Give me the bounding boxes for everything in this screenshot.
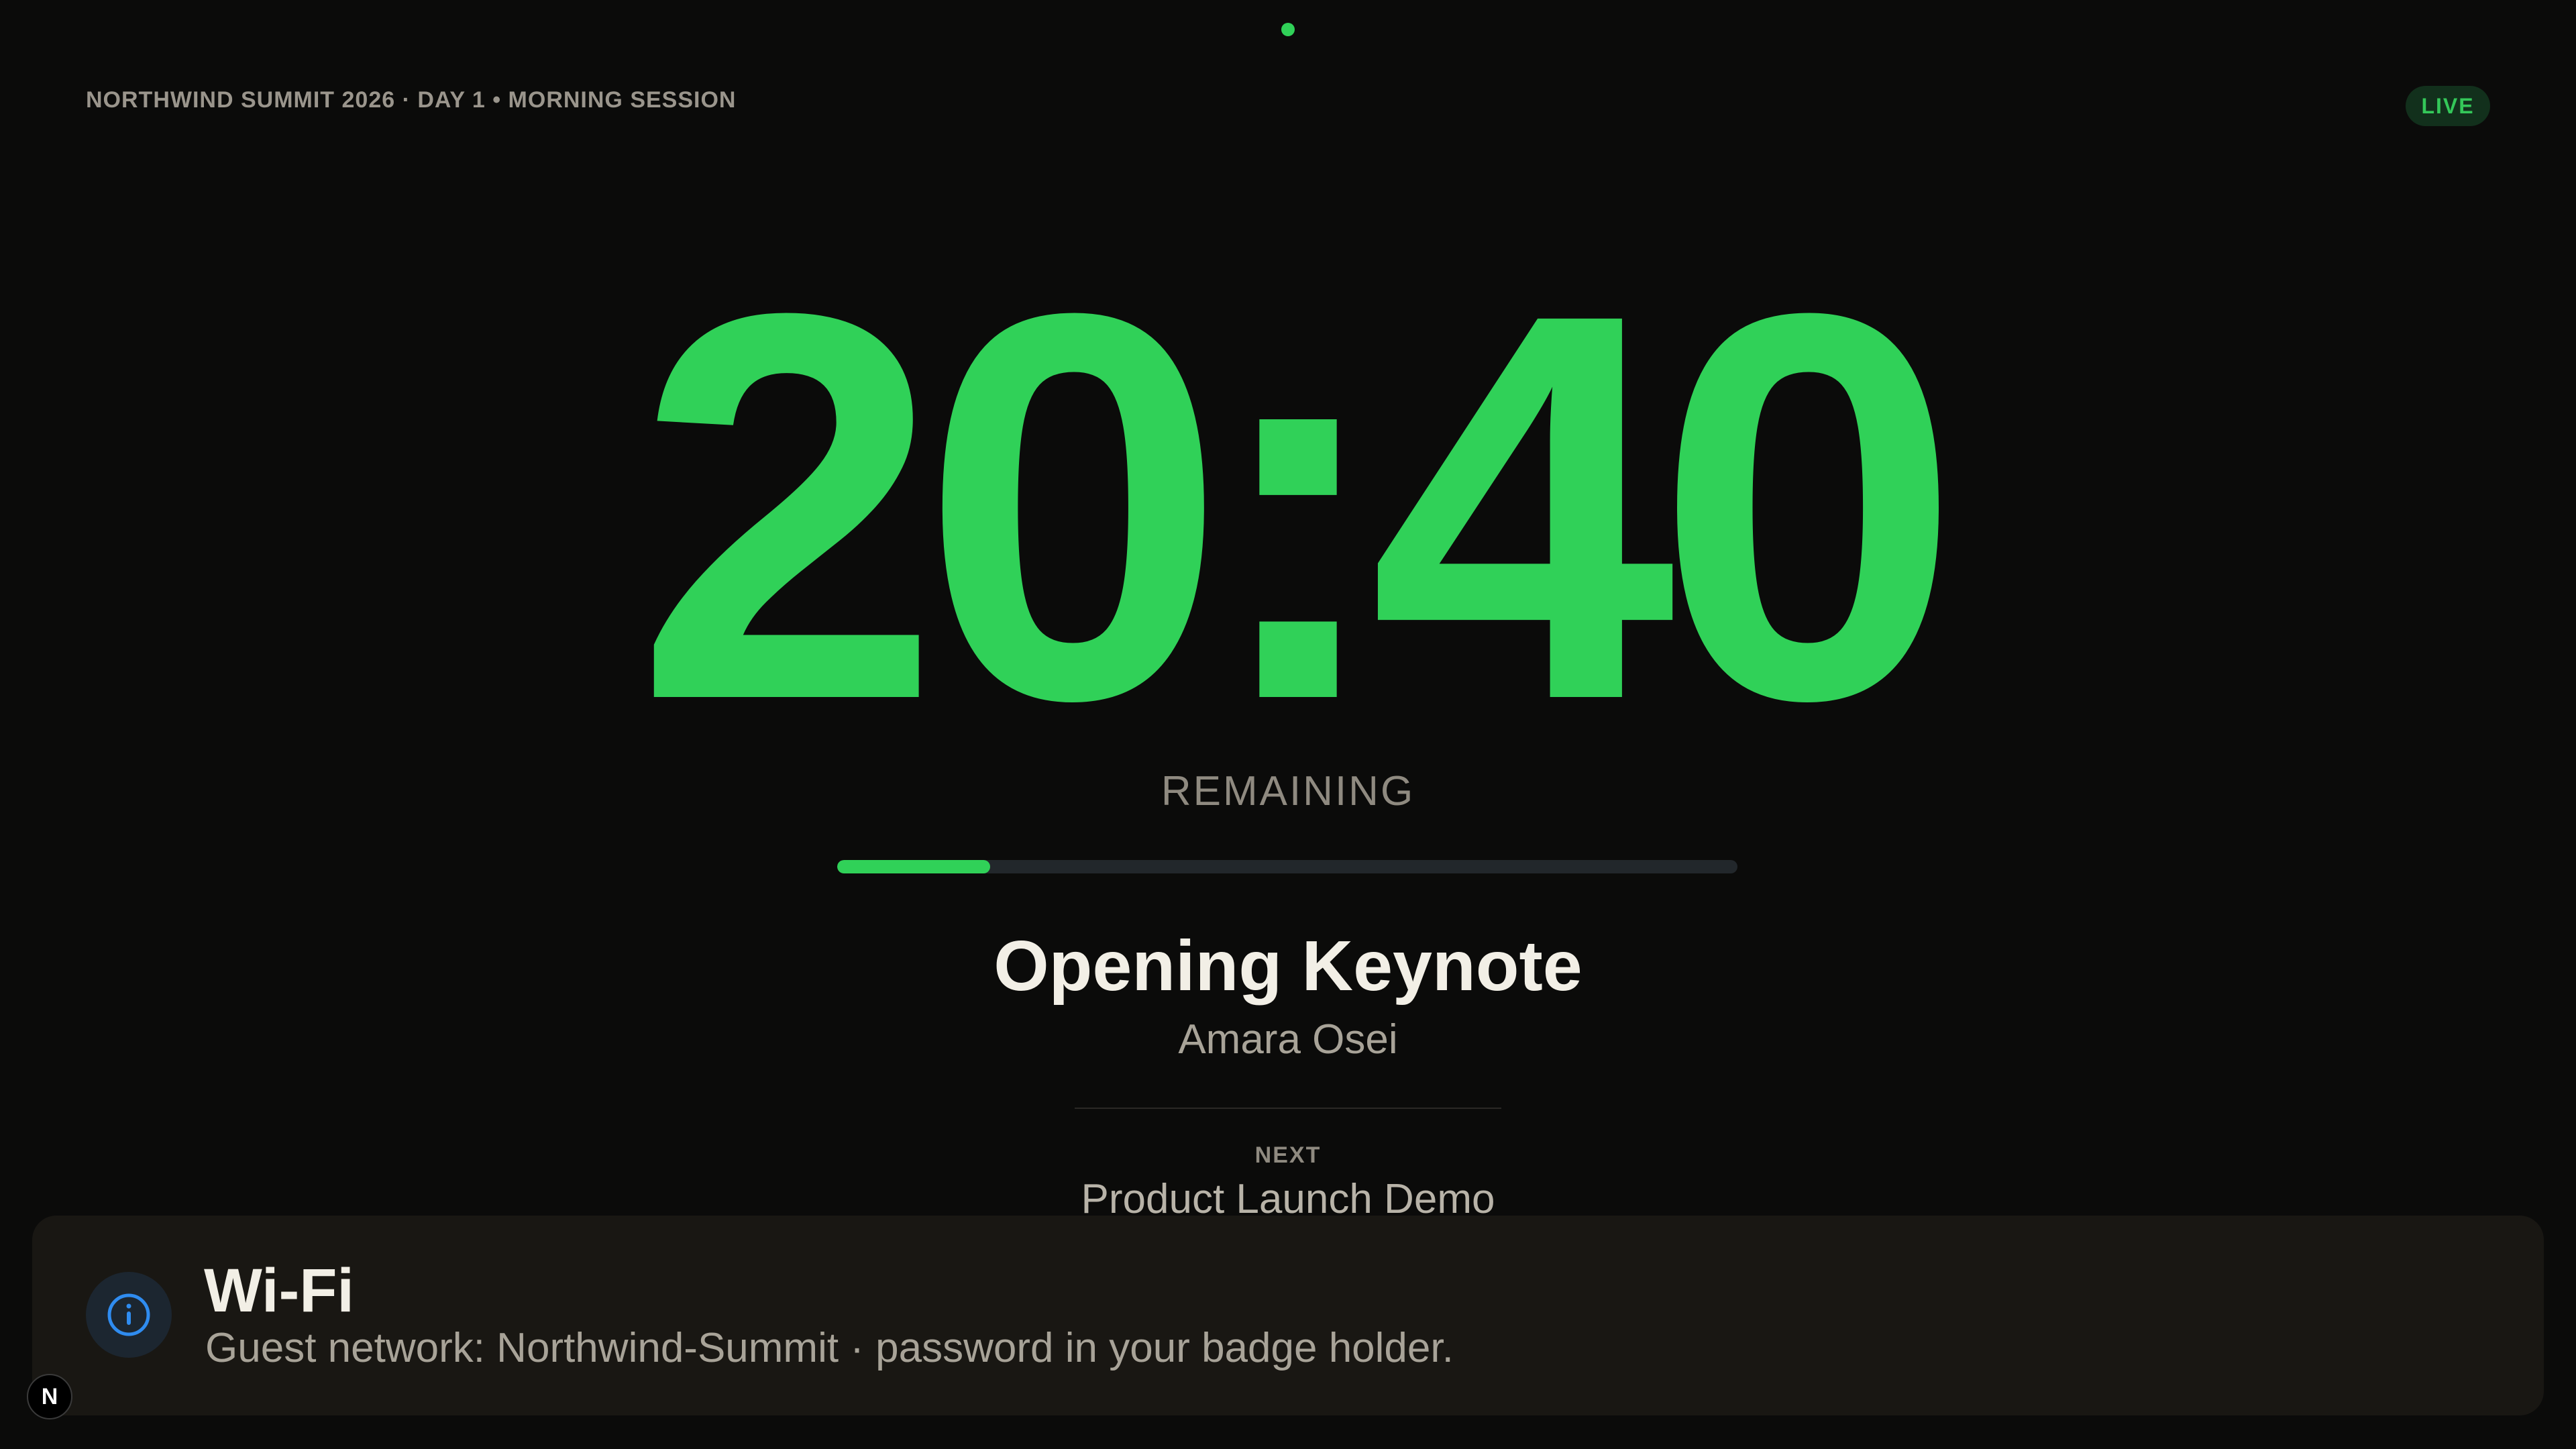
countdown-screen: NORTHWIND SUMMIT 2026 · DAY 1 • MORNING … [0,0,2576,1449]
remaining-label: REMAINING [1161,768,1415,814]
notification-title: Wi-Fi [204,1256,354,1325]
info-icon [86,1272,172,1358]
status-dot [1281,23,1295,36]
notification-message: Guest network: Northwind-Summit · passwo… [205,1325,1454,1371]
event-label: NORTHWIND SUMMIT 2026 · DAY 1 • MORNING … [86,87,737,113]
speaker-name: Amara Osei [1178,1016,1398,1063]
notification-toast[interactable]: Wi-Fi Guest network: Northwind-Summit · … [32,1216,2544,1415]
info-icon-glyph [107,1293,150,1336]
n-logo-icon[interactable]: N [27,1374,72,1419]
live-badge: LIVE [2406,86,2490,126]
n-logo-glyph: N [41,1384,58,1409]
next-label: NEXT [1254,1142,1322,1168]
progress-fill [837,860,991,873]
progress-bar [837,860,1737,873]
divider [1075,1108,1501,1109]
countdown-timer: 20:40 [635,199,1961,814]
session-title: Opening Keynote [994,926,1582,1006]
